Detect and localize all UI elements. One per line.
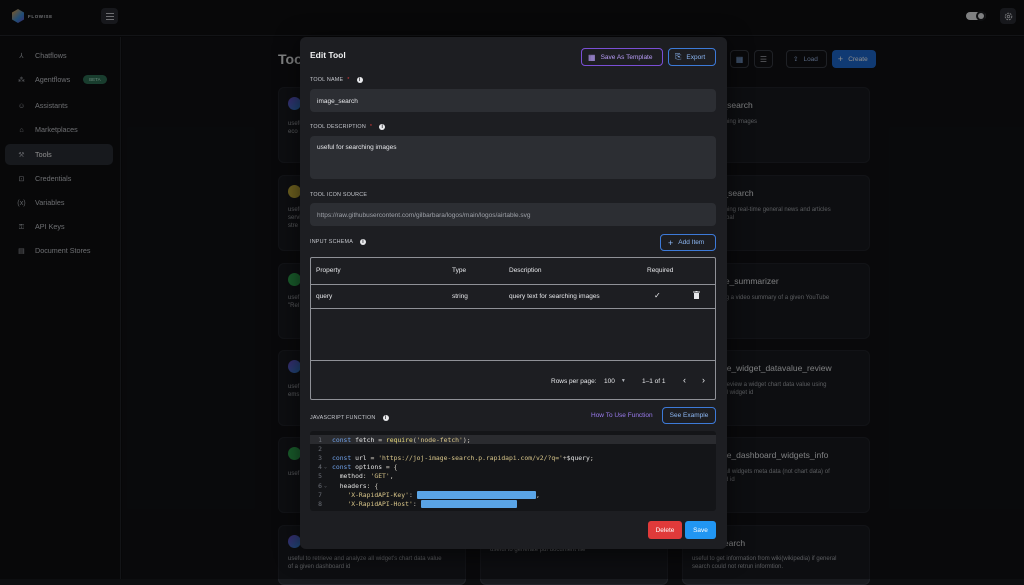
export-label: Export: [686, 53, 706, 61]
cell-description[interactable]: query text for searching images: [509, 293, 600, 300]
rows-per-page-select[interactable]: 100 ▼: [604, 378, 626, 385]
redacted-value: 'xxxxxxxxxxxxxxxxxxxxxxx': [420, 499, 517, 508]
line-number: 2: [318, 444, 322, 453]
input-schema-label-text: INPUT SCHEMA: [310, 239, 354, 245]
code-text: 'X-RapidAPI-Host': 'xxxxxxxxxxxxxxxxxxxx…: [347, 499, 517, 508]
see-example-button[interactable]: See Example: [662, 407, 716, 424]
code-text: 'X-RapidAPI-Key': 'xxxxxxxxxxxxxxxxxxxxx…: [347, 490, 540, 499]
tool-name-input[interactable]: image_search: [310, 89, 716, 112]
code-text: const fetch = require('node-fetch');: [332, 435, 471, 444]
dialog-title: Edit Tool: [310, 50, 346, 60]
plus-icon: +: [668, 237, 674, 248]
save-as-template-label: Save As Template: [600, 53, 653, 61]
template-icon: ▦: [588, 52, 596, 62]
line-number: 5: [318, 472, 322, 481]
tool-description-input[interactable]: useful for searching images: [310, 136, 716, 179]
line-number: 4: [318, 463, 322, 472]
tool-description-label-text: TOOL DESCRIPTION: [310, 124, 366, 130]
trash-icon[interactable]: [693, 291, 700, 301]
pagination-range: 1–1 of 1: [642, 378, 666, 385]
code-text: const options = {: [332, 463, 398, 472]
tool-name-label-text: TOOL NAME: [310, 77, 344, 83]
column-header-required[interactable]: Required: [647, 267, 673, 274]
code-text: const url = 'https://joj-image-search.p.…: [332, 453, 594, 462]
line-number: 8: [318, 499, 322, 508]
prev-page-button[interactable]: ‹: [683, 375, 686, 385]
column-header-type[interactable]: Type: [452, 267, 466, 274]
code-text: headers: {: [339, 481, 379, 490]
code-text: method: 'GET',: [339, 472, 394, 481]
code-line: 4 ⌄ const options = {: [310, 463, 716, 472]
input-schema-label: INPUT SCHEMA i: [310, 239, 367, 245]
code-line: 1 const fetch = require('node-fetch');: [310, 435, 716, 445]
divider: [311, 360, 715, 361]
tool-description-label: TOOL DESCRIPTION * i: [310, 124, 386, 130]
input-schema-table: Property Type Description Required query…: [310, 257, 716, 400]
tool-icon-source-label: TOOL ICON SOURCE: [310, 192, 368, 198]
javascript-function-label-text: JAVASCRIPT FUNCTION: [310, 415, 376, 421]
tool-name-label: TOOL NAME * i: [310, 77, 363, 83]
add-item-label: Add Item: [678, 239, 705, 246]
next-page-button[interactable]: ›: [702, 375, 705, 385]
code-line: 6 ⌄ headers: {: [310, 481, 716, 490]
cell-type[interactable]: string: [452, 293, 468, 300]
cell-property[interactable]: query: [316, 293, 332, 300]
how-to-use-function-link[interactable]: How To Use Function: [591, 412, 653, 419]
code-editor[interactable]: 1 const fetch = require('node-fetch'); 2…: [310, 431, 716, 511]
export-icon: ⎘: [675, 52, 682, 61]
info-icon[interactable]: i: [360, 239, 367, 245]
divider: [311, 308, 715, 309]
add-item-button[interactable]: + Add Item: [660, 234, 716, 251]
code-line: 5 method: 'GET',: [310, 472, 716, 481]
line-number: 7: [318, 490, 322, 499]
code-line: 8 'X-RapidAPI-Host': 'xxxxxxxxxxxxxxxxxx…: [310, 499, 716, 508]
fold-icon[interactable]: ⌄: [324, 483, 332, 489]
save-button[interactable]: Save: [685, 521, 716, 539]
code-line: 7 'X-RapidAPI-Key': 'xxxxxxxxxxxxxxxxxxx…: [310, 490, 716, 499]
column-header-description[interactable]: Description: [509, 267, 542, 274]
divider: [311, 284, 715, 285]
check-icon[interactable]: ✓: [654, 291, 661, 300]
line-number: 6: [318, 481, 322, 490]
info-icon[interactable]: i: [356, 77, 363, 83]
line-number: 3: [318, 453, 322, 462]
export-button[interactable]: ⎘ Export: [668, 48, 716, 66]
code-line: 2: [310, 444, 716, 453]
save-as-template-button[interactable]: ▦ Save As Template: [581, 48, 663, 66]
delete-button[interactable]: Delete: [648, 521, 682, 539]
rows-per-page-label: Rows per page:: [551, 378, 597, 385]
info-icon[interactable]: i: [382, 415, 389, 421]
caret-down-icon: ▼: [620, 378, 626, 384]
fold-icon[interactable]: ⌄: [324, 464, 332, 470]
line-number: 1: [318, 435, 322, 444]
redacted-value: 'xxxxxxxxxxxxxxxxxxxxxxxxxxxxx': [416, 490, 536, 499]
rows-per-page-value: 100: [604, 378, 615, 385]
javascript-function-label: JAVASCRIPT FUNCTION i: [310, 415, 389, 421]
tool-icon-source-input[interactable]: https://raw.githubusercontent.com/gilbar…: [310, 203, 716, 226]
column-header-property[interactable]: Property: [316, 267, 341, 274]
info-icon[interactable]: i: [379, 124, 386, 130]
edit-tool-dialog: Edit Tool ▦ Save As Template ⎘ Export TO…: [300, 37, 727, 549]
code-line: 3 const url = 'https://joj-image-search.…: [310, 453, 716, 462]
